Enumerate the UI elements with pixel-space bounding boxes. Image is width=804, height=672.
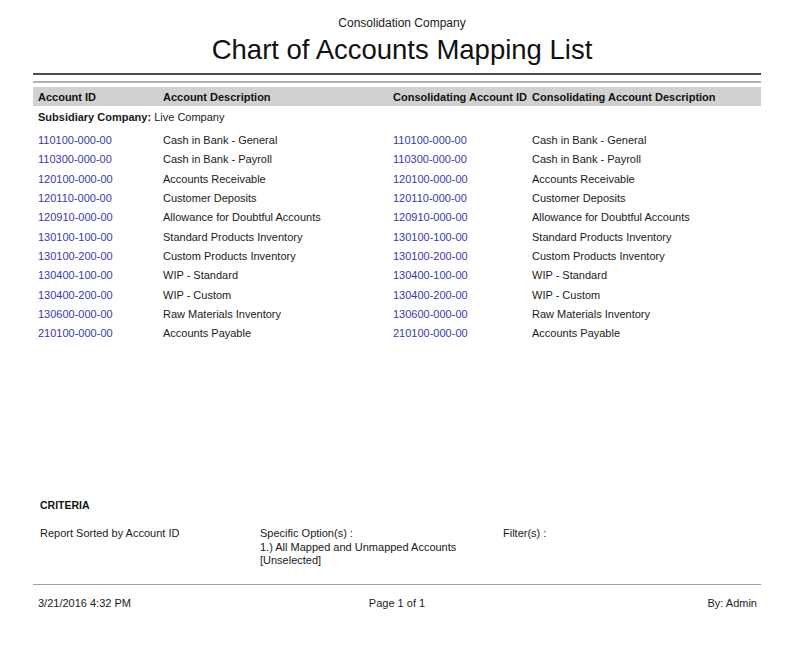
table-row: 130400-200-00WIP - Custom130400-200-00WI… bbox=[33, 286, 761, 305]
table-header-row: Account ID Account Description Consolida… bbox=[33, 87, 761, 106]
title-rule-dark bbox=[33, 73, 761, 75]
account-id-link[interactable]: 130100-100-00 bbox=[38, 228, 163, 247]
consolidating-account-description: Customer Deposits bbox=[532, 189, 761, 208]
table-row: 110100-000-00Cash in Bank - General11010… bbox=[33, 131, 761, 150]
consolidating-account-description: WIP - Standard bbox=[532, 266, 761, 285]
account-id-link[interactable]: 210100-000-00 bbox=[38, 324, 163, 343]
account-id-link[interactable]: 110100-000-00 bbox=[38, 131, 163, 150]
consolidating-account-description: Standard Products Inventory bbox=[532, 228, 761, 247]
table-row: 120100-000-00Accounts Receivable120100-0… bbox=[33, 170, 761, 189]
account-id-link[interactable]: 120100-000-00 bbox=[38, 170, 163, 189]
specific-option-2: [Unselected] bbox=[260, 554, 456, 568]
consolidating-account-description: Custom Products Inventory bbox=[532, 247, 761, 266]
consolidating-account-id-link[interactable]: 120910-000-00 bbox=[393, 208, 532, 227]
account-id-link[interactable]: 130100-200-00 bbox=[38, 247, 163, 266]
printed-by: By: Admin bbox=[707, 597, 757, 609]
consolidating-account-description: Raw Materials Inventory bbox=[532, 305, 761, 324]
account-id-link[interactable]: 130400-200-00 bbox=[38, 286, 163, 305]
account-description: WIP - Custom bbox=[163, 286, 393, 305]
table-row: 130100-200-00Custom Products Inventory13… bbox=[33, 247, 761, 266]
account-description: Standard Products Inventory bbox=[163, 228, 393, 247]
consolidating-account-description: Allowance for Doubtful Accounts bbox=[532, 208, 761, 227]
account-description: Cash in Bank - General bbox=[163, 131, 393, 150]
report-sorted-by: Report Sorted by Account ID bbox=[40, 527, 179, 539]
table-row: 210100-000-00Accounts Payable210100-000-… bbox=[33, 324, 761, 343]
company-name: Consolidation Company bbox=[0, 16, 804, 30]
subsidiary-company-value: Live Company bbox=[154, 111, 224, 123]
criteria-heading: CRITERIA bbox=[40, 499, 90, 511]
consolidating-account-id-link[interactable]: 130400-100-00 bbox=[393, 266, 532, 285]
account-description: Customer Deposits bbox=[163, 189, 393, 208]
consolidating-account-id-link[interactable]: 130100-100-00 bbox=[393, 228, 532, 247]
table-row: 130100-100-00Standard Products Inventory… bbox=[33, 228, 761, 247]
column-header-account-description: Account Description bbox=[163, 91, 393, 103]
specific-option-1: 1.) All Mapped and Unmapped Accounts bbox=[260, 541, 456, 555]
consolidating-account-description: Accounts Receivable bbox=[532, 170, 761, 189]
consolidating-account-description: Cash in Bank - Payroll bbox=[532, 150, 761, 169]
account-id-link[interactable]: 130600-000-00 bbox=[38, 305, 163, 324]
column-header-account-id: Account ID bbox=[38, 91, 163, 103]
subsidiary-company-label: Subsidiary Company: bbox=[38, 111, 151, 123]
filters-label: Filter(s) : bbox=[503, 527, 546, 539]
footer-rule bbox=[33, 584, 761, 585]
report-page: { "header": { "company": "Consolidation … bbox=[0, 0, 804, 672]
consolidating-account-description: Cash in Bank - General bbox=[532, 131, 761, 150]
table-row: 110300-000-00Cash in Bank - Payroll11030… bbox=[33, 150, 761, 169]
specific-options-label: Specific Option(s) : bbox=[260, 527, 456, 541]
page-title: Chart of Accounts Mapping List bbox=[0, 33, 804, 67]
table-body: 110100-000-00Cash in Bank - General11010… bbox=[33, 131, 761, 344]
account-id-link[interactable]: 120910-000-00 bbox=[38, 208, 163, 227]
specific-options: Specific Option(s) : 1.) All Mapped and … bbox=[260, 527, 456, 568]
consolidating-account-id-link[interactable]: 210100-000-00 bbox=[393, 324, 532, 343]
consolidating-account-id-link[interactable]: 130400-200-00 bbox=[393, 286, 532, 305]
account-description: Accounts Payable bbox=[163, 324, 393, 343]
subsidiary-company-line: Subsidiary Company: Live Company bbox=[38, 108, 224, 127]
page-number: Page 1 of 1 bbox=[33, 597, 761, 609]
account-description: Cash in Bank - Payroll bbox=[163, 150, 393, 169]
consolidating-account-id-link[interactable]: 110100-000-00 bbox=[393, 131, 532, 150]
account-id-link[interactable]: 110300-000-00 bbox=[38, 150, 163, 169]
consolidating-account-id-link[interactable]: 130600-000-00 bbox=[393, 305, 532, 324]
account-description: WIP - Standard bbox=[163, 266, 393, 285]
table-row: 130400-100-00WIP - Standard130400-100-00… bbox=[33, 266, 761, 285]
account-description: Accounts Receivable bbox=[163, 170, 393, 189]
consolidating-account-id-link[interactable]: 110300-000-00 bbox=[393, 150, 532, 169]
table-row: 130600-000-00Raw Materials Inventory1306… bbox=[33, 305, 761, 324]
consolidating-account-id-link[interactable]: 120100-000-00 bbox=[393, 170, 532, 189]
account-description: Allowance for Doubtful Accounts bbox=[163, 208, 393, 227]
account-description: Custom Products Inventory bbox=[163, 247, 393, 266]
table-row: 120110-000-00Customer Deposits120110-000… bbox=[33, 189, 761, 208]
account-description: Raw Materials Inventory bbox=[163, 305, 393, 324]
account-id-link[interactable]: 120110-000-00 bbox=[38, 189, 163, 208]
title-rule-light bbox=[33, 81, 761, 83]
footer: 3/21/2016 4:32 PM Page 1 of 1 By: Admin bbox=[33, 597, 761, 610]
table-row: 120910-000-00Allowance for Doubtful Acco… bbox=[33, 208, 761, 227]
consolidating-account-description: Accounts Payable bbox=[532, 324, 761, 343]
account-id-link[interactable]: 130400-100-00 bbox=[38, 266, 163, 285]
consolidating-account-id-link[interactable]: 120110-000-00 bbox=[393, 189, 532, 208]
consolidating-account-description: WIP - Custom bbox=[532, 286, 761, 305]
column-header-consolidating-account-description: Consolidating Account Description bbox=[532, 91, 761, 103]
consolidating-account-id-link[interactable]: 130100-200-00 bbox=[393, 247, 532, 266]
column-header-consolidating-account-id: Consolidating Account ID bbox=[393, 91, 532, 103]
